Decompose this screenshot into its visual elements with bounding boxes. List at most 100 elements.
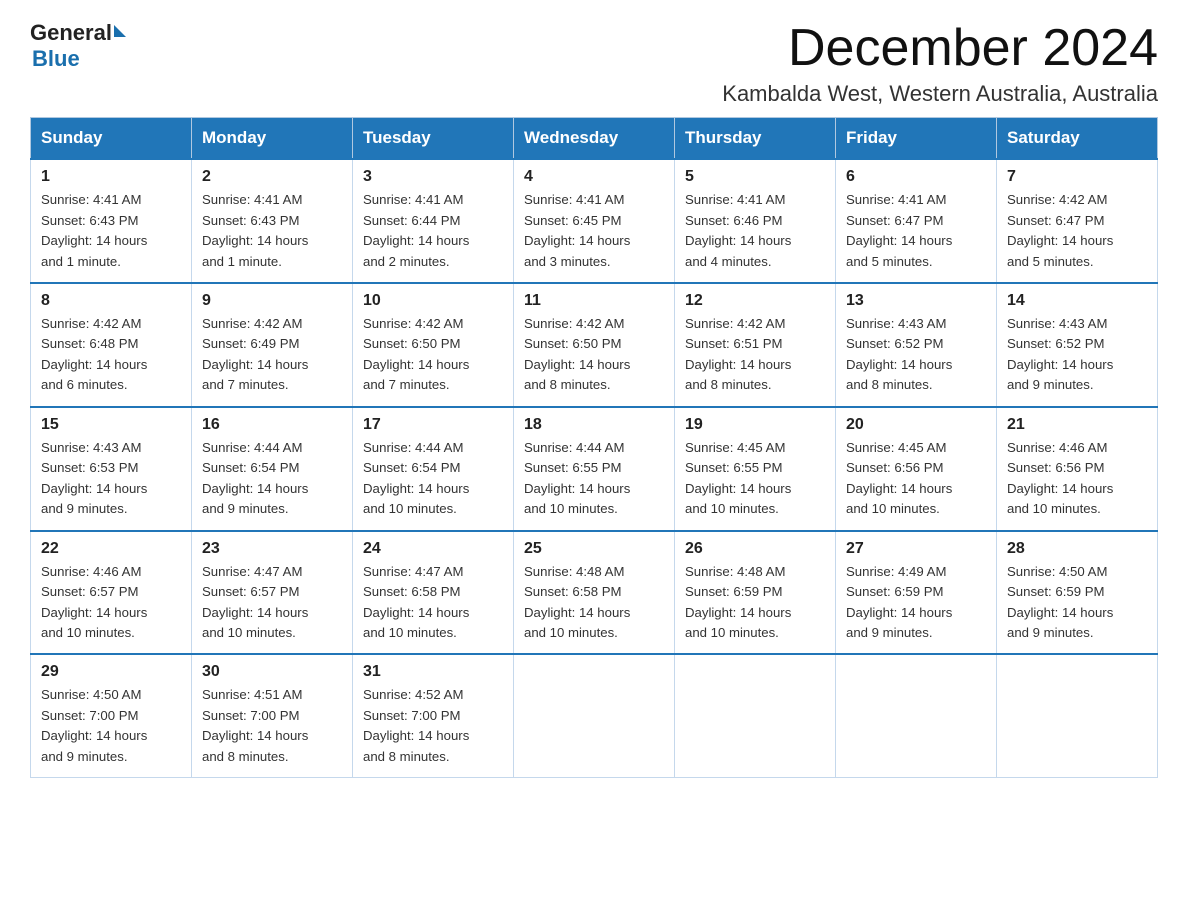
week-row-2: 8 Sunrise: 4:42 AMSunset: 6:48 PMDayligh… <box>31 283 1158 407</box>
day-cell: 29 Sunrise: 4:50 AMSunset: 7:00 PMDaylig… <box>31 654 192 777</box>
day-number: 10 <box>363 292 503 310</box>
day-cell: 4 Sunrise: 4:41 AMSunset: 6:45 PMDayligh… <box>514 159 675 283</box>
day-cell: 16 Sunrise: 4:44 AMSunset: 6:54 PMDaylig… <box>192 407 353 531</box>
day-number: 5 <box>685 168 825 186</box>
day-number: 28 <box>1007 540 1147 558</box>
day-cell: 21 Sunrise: 4:46 AMSunset: 6:56 PMDaylig… <box>997 407 1158 531</box>
day-number: 14 <box>1007 292 1147 310</box>
day-cell: 23 Sunrise: 4:47 AMSunset: 6:57 PMDaylig… <box>192 531 353 655</box>
day-number: 9 <box>202 292 342 310</box>
calendar-table: SundayMondayTuesdayWednesdayThursdayFrid… <box>30 117 1158 778</box>
header-saturday: Saturday <box>997 118 1158 160</box>
day-info: Sunrise: 4:47 AMSunset: 6:57 PMDaylight:… <box>202 564 308 640</box>
week-row-5: 29 Sunrise: 4:50 AMSunset: 7:00 PMDaylig… <box>31 654 1158 777</box>
day-cell <box>836 654 997 777</box>
day-cell: 15 Sunrise: 4:43 AMSunset: 6:53 PMDaylig… <box>31 407 192 531</box>
day-info: Sunrise: 4:50 AMSunset: 7:00 PMDaylight:… <box>41 687 147 763</box>
day-info: Sunrise: 4:49 AMSunset: 6:59 PMDaylight:… <box>846 564 952 640</box>
day-number: 27 <box>846 540 986 558</box>
day-cell: 27 Sunrise: 4:49 AMSunset: 6:59 PMDaylig… <box>836 531 997 655</box>
day-cell: 24 Sunrise: 4:47 AMSunset: 6:58 PMDaylig… <box>353 531 514 655</box>
day-info: Sunrise: 4:41 AMSunset: 6:43 PMDaylight:… <box>41 192 147 268</box>
day-number: 19 <box>685 416 825 434</box>
day-info: Sunrise: 4:45 AMSunset: 6:55 PMDaylight:… <box>685 440 791 516</box>
day-cell: 8 Sunrise: 4:42 AMSunset: 6:48 PMDayligh… <box>31 283 192 407</box>
day-cell: 22 Sunrise: 4:46 AMSunset: 6:57 PMDaylig… <box>31 531 192 655</box>
day-info: Sunrise: 4:42 AMSunset: 6:50 PMDaylight:… <box>524 316 630 392</box>
day-info: Sunrise: 4:45 AMSunset: 6:56 PMDaylight:… <box>846 440 952 516</box>
logo-general-text: General <box>30 20 112 46</box>
day-cell: 28 Sunrise: 4:50 AMSunset: 6:59 PMDaylig… <box>997 531 1158 655</box>
day-number: 11 <box>524 292 664 310</box>
day-info: Sunrise: 4:43 AMSunset: 6:53 PMDaylight:… <box>41 440 147 516</box>
day-number: 17 <box>363 416 503 434</box>
day-info: Sunrise: 4:52 AMSunset: 7:00 PMDaylight:… <box>363 687 469 763</box>
header-friday: Friday <box>836 118 997 160</box>
day-info: Sunrise: 4:42 AMSunset: 6:51 PMDaylight:… <box>685 316 791 392</box>
day-cell: 3 Sunrise: 4:41 AMSunset: 6:44 PMDayligh… <box>353 159 514 283</box>
day-cell: 11 Sunrise: 4:42 AMSunset: 6:50 PMDaylig… <box>514 283 675 407</box>
day-cell: 26 Sunrise: 4:48 AMSunset: 6:59 PMDaylig… <box>675 531 836 655</box>
day-cell: 20 Sunrise: 4:45 AMSunset: 6:56 PMDaylig… <box>836 407 997 531</box>
day-cell: 17 Sunrise: 4:44 AMSunset: 6:54 PMDaylig… <box>353 407 514 531</box>
day-number: 7 <box>1007 168 1147 186</box>
day-info: Sunrise: 4:47 AMSunset: 6:58 PMDaylight:… <box>363 564 469 640</box>
header-tuesday: Tuesday <box>353 118 514 160</box>
day-cell: 10 Sunrise: 4:42 AMSunset: 6:50 PMDaylig… <box>353 283 514 407</box>
days-header-row: SundayMondayTuesdayWednesdayThursdayFrid… <box>31 118 1158 160</box>
day-cell: 19 Sunrise: 4:45 AMSunset: 6:55 PMDaylig… <box>675 407 836 531</box>
day-number: 31 <box>363 663 503 681</box>
day-number: 13 <box>846 292 986 310</box>
header-wednesday: Wednesday <box>514 118 675 160</box>
day-info: Sunrise: 4:48 AMSunset: 6:59 PMDaylight:… <box>685 564 791 640</box>
day-number: 30 <box>202 663 342 681</box>
header-thursday: Thursday <box>675 118 836 160</box>
day-info: Sunrise: 4:43 AMSunset: 6:52 PMDaylight:… <box>846 316 952 392</box>
day-number: 21 <box>1007 416 1147 434</box>
day-number: 23 <box>202 540 342 558</box>
day-number: 29 <box>41 663 181 681</box>
week-row-1: 1 Sunrise: 4:41 AMSunset: 6:43 PMDayligh… <box>31 159 1158 283</box>
day-info: Sunrise: 4:41 AMSunset: 6:43 PMDaylight:… <box>202 192 308 268</box>
day-cell: 13 Sunrise: 4:43 AMSunset: 6:52 PMDaylig… <box>836 283 997 407</box>
day-cell: 2 Sunrise: 4:41 AMSunset: 6:43 PMDayligh… <box>192 159 353 283</box>
page-header: General Blue December 2024 Kambalda West… <box>30 20 1158 107</box>
day-info: Sunrise: 4:42 AMSunset: 6:48 PMDaylight:… <box>41 316 147 392</box>
header-monday: Monday <box>192 118 353 160</box>
day-number: 20 <box>846 416 986 434</box>
day-number: 16 <box>202 416 342 434</box>
month-title: December 2024 <box>722 20 1158 77</box>
day-number: 12 <box>685 292 825 310</box>
day-number: 3 <box>363 168 503 186</box>
day-cell: 14 Sunrise: 4:43 AMSunset: 6:52 PMDaylig… <box>997 283 1158 407</box>
day-info: Sunrise: 4:41 AMSunset: 6:47 PMDaylight:… <box>846 192 952 268</box>
day-info: Sunrise: 4:46 AMSunset: 6:56 PMDaylight:… <box>1007 440 1113 516</box>
day-info: Sunrise: 4:44 AMSunset: 6:55 PMDaylight:… <box>524 440 630 516</box>
day-info: Sunrise: 4:41 AMSunset: 6:46 PMDaylight:… <box>685 192 791 268</box>
day-cell: 31 Sunrise: 4:52 AMSunset: 7:00 PMDaylig… <box>353 654 514 777</box>
day-info: Sunrise: 4:42 AMSunset: 6:49 PMDaylight:… <box>202 316 308 392</box>
day-info: Sunrise: 4:44 AMSunset: 6:54 PMDaylight:… <box>202 440 308 516</box>
day-number: 1 <box>41 168 181 186</box>
logo: General Blue <box>30 20 126 72</box>
day-info: Sunrise: 4:42 AMSunset: 6:47 PMDaylight:… <box>1007 192 1113 268</box>
location-title: Kambalda West, Western Australia, Austra… <box>722 81 1158 107</box>
day-info: Sunrise: 4:41 AMSunset: 6:45 PMDaylight:… <box>524 192 630 268</box>
day-info: Sunrise: 4:50 AMSunset: 6:59 PMDaylight:… <box>1007 564 1113 640</box>
day-number: 26 <box>685 540 825 558</box>
day-cell <box>675 654 836 777</box>
day-number: 25 <box>524 540 664 558</box>
header-sunday: Sunday <box>31 118 192 160</box>
logo-triangle-icon <box>114 25 126 37</box>
day-number: 18 <box>524 416 664 434</box>
day-info: Sunrise: 4:51 AMSunset: 7:00 PMDaylight:… <box>202 687 308 763</box>
day-number: 4 <box>524 168 664 186</box>
day-info: Sunrise: 4:46 AMSunset: 6:57 PMDaylight:… <box>41 564 147 640</box>
day-number: 2 <box>202 168 342 186</box>
day-cell <box>514 654 675 777</box>
day-info: Sunrise: 4:43 AMSunset: 6:52 PMDaylight:… <box>1007 316 1113 392</box>
day-cell: 7 Sunrise: 4:42 AMSunset: 6:47 PMDayligh… <box>997 159 1158 283</box>
day-info: Sunrise: 4:44 AMSunset: 6:54 PMDaylight:… <box>363 440 469 516</box>
day-info: Sunrise: 4:48 AMSunset: 6:58 PMDaylight:… <box>524 564 630 640</box>
day-number: 22 <box>41 540 181 558</box>
